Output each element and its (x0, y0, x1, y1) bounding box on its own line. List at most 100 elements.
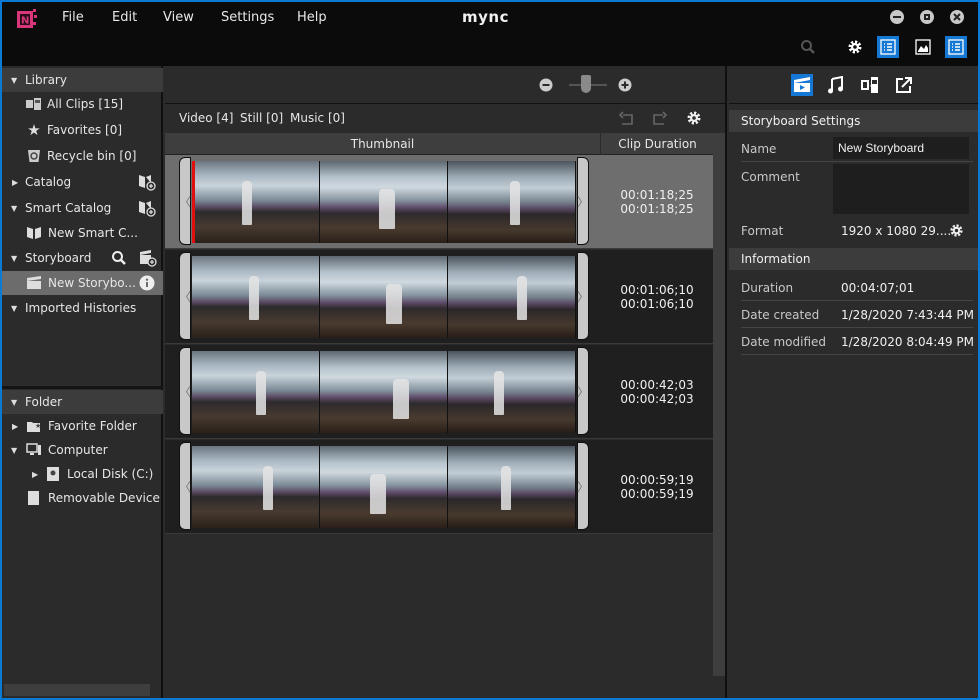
settings-button[interactable] (844, 36, 866, 58)
date-modified-value: 1/28/2020 8:04:49 PM (841, 335, 975, 349)
zoom-out-icon[interactable] (539, 78, 553, 92)
add-storyboard-icon[interactable] (139, 249, 157, 267)
column-clip-duration[interactable]: Clip Duration (602, 133, 713, 155)
trim-out-handle[interactable]: 〉 (577, 347, 589, 435)
trim-in-handle[interactable]: 〈 (179, 442, 191, 530)
zoom-slider[interactable] (569, 75, 607, 93)
clip-duration-out: 00:00:42;03 (620, 392, 694, 406)
menu-edit[interactable]: Edit (112, 10, 137, 25)
tab-export[interactable] (893, 74, 915, 96)
maximize-button[interactable] (920, 10, 934, 24)
thumbnail-frame (192, 256, 320, 338)
menu-file[interactable]: File (62, 10, 84, 25)
all-clips-icon (26, 96, 42, 112)
transition-tab-icon (861, 77, 878, 93)
tab-storyboard[interactable] (791, 74, 813, 96)
menu-help[interactable]: Help (297, 10, 327, 25)
vertical-scrollbar[interactable] (713, 133, 725, 676)
search-icon[interactable] (110, 249, 128, 267)
trim-out-handle[interactable]: 〉 (577, 442, 589, 530)
name-input[interactable] (833, 137, 969, 159)
list-view-button[interactable] (877, 36, 899, 58)
column-thumbnail[interactable]: Thumbnail (165, 133, 601, 155)
figure-silhouette (379, 189, 395, 229)
expand-arrow-icon[interactable]: ▼ (11, 76, 17, 85)
collapse-arrow-icon[interactable]: ▶ (12, 178, 18, 187)
expand-arrow-icon[interactable]: ▼ (11, 304, 17, 313)
collapse-arrow-icon[interactable]: ▶ (32, 470, 38, 479)
clip-row[interactable]: 〈 〉 00:01:18;25 00:01:18;25 (165, 155, 713, 249)
gear-icon[interactable] (686, 110, 702, 126)
expand-arrow-icon[interactable]: ▼ (11, 204, 17, 213)
comment-textarea[interactable] (833, 164, 969, 214)
sidebar-item-favorites[interactable]: ★ Favorites [0] (2, 118, 163, 142)
sidebar-item-smart-catalog[interactable]: ▼ Smart Catalog (2, 196, 163, 220)
sidebar-item-new-smart-catalog[interactable]: New Smart C... (2, 221, 163, 245)
minimize-icon (893, 16, 901, 18)
clip-row[interactable]: 〈 〉 00:00:42;03 00:00:42;03 (165, 345, 713, 439)
folder-label: Folder (25, 395, 63, 409)
search-button[interactable] (797, 36, 819, 58)
thumbnail-strip[interactable] (192, 256, 576, 338)
detail-view-button[interactable] (945, 36, 967, 58)
sidebar-item-recycle-bin[interactable]: Recycle bin [0] (2, 144, 163, 168)
info-icon[interactable] (138, 274, 156, 292)
music-tab-icon (828, 76, 843, 94)
folder-header[interactable]: ▼ Folder (2, 390, 163, 414)
close-icon (953, 13, 961, 21)
clip-row[interactable]: 〈 〉 00:01:06;10 00:01:06;10 (165, 250, 713, 344)
sidebar-item-storyboard[interactable]: ▼ Storyboard (2, 246, 163, 270)
smart-catalog-label: Smart Catalog (25, 201, 112, 215)
trim-out-handle[interactable]: 〉 (577, 157, 589, 245)
menu-view[interactable]: View (163, 10, 194, 25)
sidebar-item-new-storyboard[interactable]: New Storybo... (2, 271, 163, 295)
horizontal-scrollbar[interactable] (4, 684, 150, 696)
trim-in-handle[interactable]: 〈 (179, 347, 191, 435)
thumbnail-strip[interactable] (192, 351, 576, 433)
sidebar-item-favorite-folder[interactable]: ▶ ★ Favorite Folder (2, 414, 163, 438)
new-storyboard-label: New Storybo... (48, 276, 136, 290)
expand-arrow-icon[interactable]: ▼ (11, 446, 17, 455)
library-header[interactable]: ▼ Library (2, 68, 163, 92)
trim-out-handle[interactable]: 〉 (577, 252, 589, 340)
filter-video[interactable]: Video [4] (179, 111, 233, 125)
playhead-marker[interactable] (192, 161, 195, 243)
redo-icon[interactable] (650, 111, 668, 127)
sidebar-item-computer[interactable]: ▼ Computer (2, 438, 163, 462)
sidebar-item-local-disk[interactable]: ▶ Local Disk (C:) (2, 462, 163, 486)
panel-splitter[interactable] (2, 386, 163, 389)
format-settings-icon[interactable] (949, 223, 964, 238)
thumbnail-strip[interactable] (192, 446, 576, 528)
sidebar-item-imported-histories[interactable]: ▼ Imported Histories (2, 296, 163, 320)
thumbnail-strip[interactable] (192, 161, 576, 243)
add-smart-catalog-icon[interactable] (138, 199, 156, 217)
undo-icon[interactable] (618, 111, 636, 127)
image-view-button[interactable] (912, 36, 934, 58)
sidebar-item-all-clips[interactable]: All Clips [15] (2, 92, 163, 116)
close-button[interactable] (950, 10, 964, 24)
mync-logo-icon[interactable]: N (16, 8, 38, 30)
zoom-slider-thumb[interactable] (581, 75, 591, 93)
expand-arrow-icon[interactable]: ▼ (11, 398, 17, 407)
clip-duration-in: 00:01:18;25 (620, 188, 694, 202)
filter-music[interactable]: Music [0] (290, 111, 345, 125)
minimize-button[interactable] (890, 10, 904, 24)
trim-in-handle[interactable]: 〈 (179, 252, 191, 340)
expand-arrow-icon[interactable]: ▼ (11, 254, 17, 263)
maximize-icon (924, 14, 930, 20)
add-catalog-icon[interactable] (138, 173, 156, 191)
tab-music[interactable] (825, 74, 847, 96)
new-smart-catalog-label: New Smart C... (48, 226, 138, 240)
clip-row[interactable]: 〈 〉 00:00:59;19 00:00:59;19 (165, 440, 713, 534)
export-tab-icon (896, 77, 912, 93)
zoom-bar (165, 66, 727, 104)
thumbnail-frame (192, 446, 320, 528)
collapse-arrow-icon[interactable]: ▶ (12, 422, 18, 431)
sidebar-item-catalog[interactable]: ▶ Catalog (2, 170, 163, 194)
zoom-in-icon[interactable] (618, 78, 632, 92)
tab-transition[interactable] (859, 74, 881, 96)
trim-in-handle[interactable]: 〈 (179, 157, 191, 245)
menu-settings[interactable]: Settings (221, 10, 274, 25)
sidebar-item-removable-device[interactable]: Removable Device (2, 486, 163, 510)
filter-still[interactable]: Still [0] (240, 111, 283, 125)
